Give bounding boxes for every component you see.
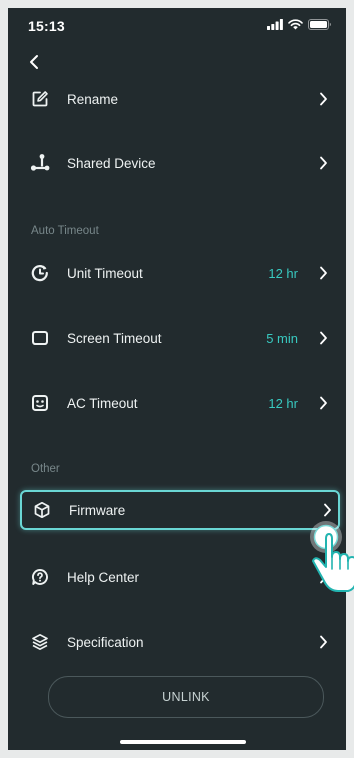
settings-row-firmware[interactable]: Firmware bbox=[20, 490, 340, 530]
status-time: 15:13 bbox=[28, 18, 65, 34]
chevron-right-icon bbox=[316, 570, 330, 584]
screen-timeout-value: 5 min bbox=[266, 330, 298, 346]
settings-row-ac-timeout[interactable]: AC Timeout 12 hr bbox=[18, 381, 336, 425]
unlink-button[interactable]: UNLINK bbox=[48, 676, 324, 718]
settings-row-help-center[interactable]: Help Center bbox=[18, 555, 336, 599]
chevron-right-icon bbox=[316, 635, 330, 649]
settings-row-shared-device[interactable]: Shared Device bbox=[18, 141, 336, 185]
layers-icon bbox=[30, 632, 50, 652]
back-button[interactable] bbox=[22, 50, 46, 74]
share-nodes-icon bbox=[30, 153, 50, 173]
ac-timeout-label: AC Timeout bbox=[67, 395, 138, 411]
edit-icon bbox=[30, 89, 50, 109]
screen-timeout-label: Screen Timeout bbox=[67, 330, 162, 346]
firmware-label: Firmware bbox=[69, 502, 126, 518]
chevron-right-icon bbox=[316, 92, 330, 106]
screen-icon bbox=[30, 328, 50, 348]
section-header-auto-timeout: Auto Timeout bbox=[31, 225, 99, 237]
chevron-right-icon bbox=[316, 266, 330, 280]
home-indicator bbox=[120, 740, 246, 744]
settings-row-rename[interactable]: Rename bbox=[18, 77, 336, 121]
power-timer-icon bbox=[30, 263, 50, 283]
settings-row-unit-timeout[interactable]: Unit Timeout 12 hr bbox=[18, 251, 336, 295]
ac-timeout-value: 12 hr bbox=[268, 395, 298, 411]
cube-icon bbox=[32, 500, 52, 520]
section-header-other: Other bbox=[31, 463, 60, 475]
ac-outlet-icon bbox=[30, 393, 50, 413]
wifi-icon bbox=[288, 19, 303, 30]
shared-device-label: Shared Device bbox=[67, 155, 156, 171]
rename-label: Rename bbox=[67, 91, 119, 107]
help-center-label: Help Center bbox=[67, 569, 140, 585]
status-icons bbox=[267, 19, 332, 30]
settings-row-specification[interactable]: Specification bbox=[18, 620, 336, 664]
battery-icon bbox=[308, 19, 332, 30]
settings-row-screen-timeout[interactable]: Screen Timeout 5 min bbox=[18, 316, 336, 360]
signal-icon bbox=[267, 19, 283, 30]
chevron-right-icon bbox=[316, 331, 330, 345]
app-screen: 15:13 Rename Shared Device Auto Timeout … bbox=[8, 8, 346, 750]
status-bar: 15:13 bbox=[8, 8, 346, 44]
chevron-left-icon bbox=[30, 55, 38, 69]
help-icon bbox=[30, 567, 50, 587]
chevron-right-icon bbox=[316, 396, 330, 410]
specification-label: Specification bbox=[67, 634, 144, 650]
unit-timeout-label: Unit Timeout bbox=[67, 265, 143, 281]
chevron-right-icon bbox=[316, 156, 330, 170]
unit-timeout-value: 12 hr bbox=[268, 265, 298, 281]
chevron-right-icon bbox=[320, 503, 334, 517]
